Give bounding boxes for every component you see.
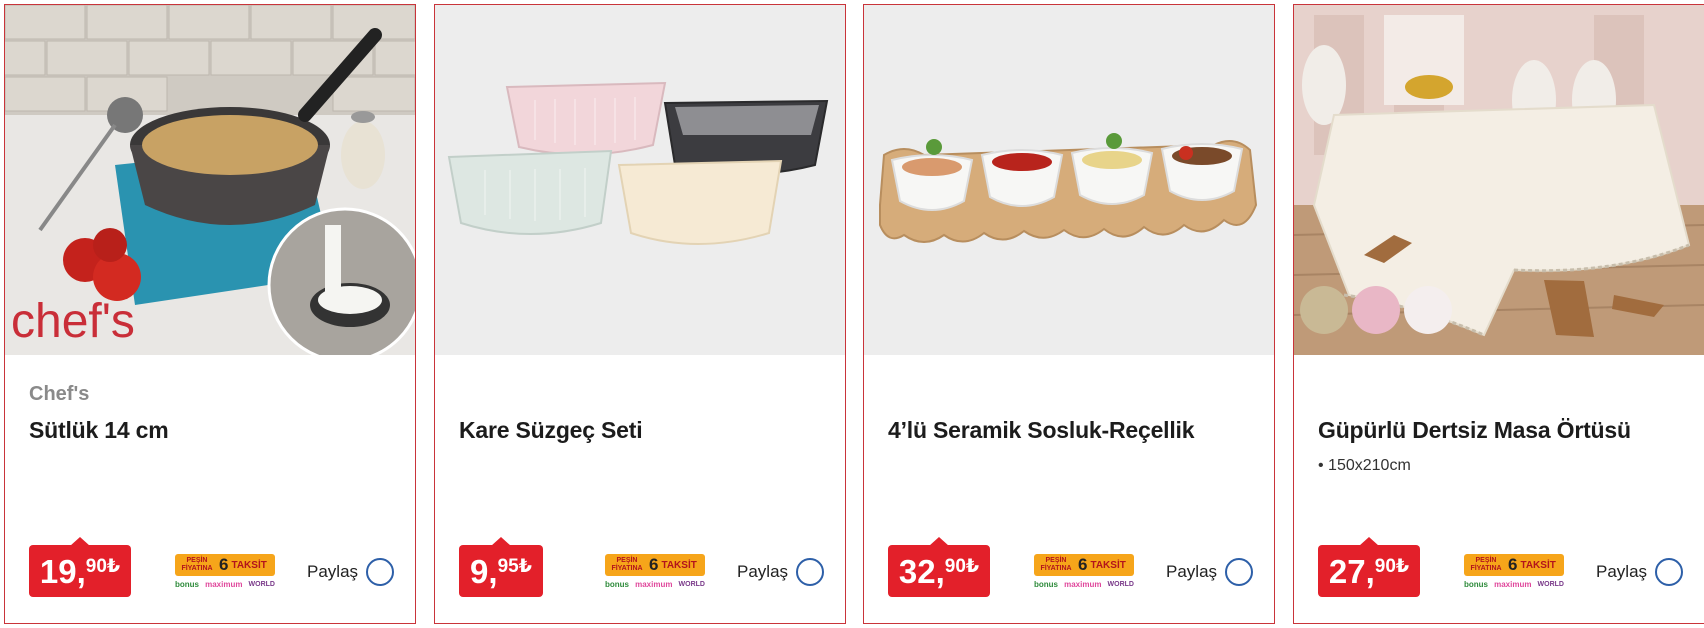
price-decimal: 95 [497,556,519,577]
lira-currency-icon: ₺ [965,556,980,577]
product-card[interactable]: Güpürlü Dertsiz Masa Örtüsü • 150x210cm … [1293,4,1704,624]
product-title[interactable]: 4’lü Seramik Sosluk-Reçellik [888,417,1195,444]
product-brand: Chef's [29,383,90,405]
share-button[interactable]: Paylaş [737,558,825,586]
lira-currency-icon: ₺ [1395,556,1410,577]
product-card[interactable]: 4’lü Seramik Sosluk-Reçellik 32, 90 ₺ PE… [863,4,1275,624]
price-tag: 19, 90 ₺ [29,537,131,597]
bonus-card-logo: bonus [175,579,199,589]
share-button[interactable]: Paylaş [307,558,395,586]
badge-small-text: PEŞİN FİYATINA [1040,557,1072,572]
badge-small-text: PEŞİN FİYATINA [181,557,213,572]
product-spec: • 150x210cm [1318,457,1411,474]
world-card-logo: WORLD [678,580,705,588]
installment-badge: PEŞİN FİYATINA 6 TAKSİT bonus maximum WO… [1034,554,1134,592]
world-card-logo: WORLD [1107,580,1134,588]
badge-count: 6 [649,555,659,574]
badge-word: TAKSİT [231,559,267,571]
badge-word: TAKSİT [1520,559,1556,571]
product-card[interactable]: chef's Chef's Sütlük 14 cm 19, 90 ₺ PEŞİ… [4,4,416,624]
badge-count: 6 [1508,555,1518,574]
price-integer: 9, [470,552,498,590]
maximum-card-logo: maximum [1064,579,1102,589]
product-title[interactable]: Sütlük 14 cm [29,417,169,444]
badge-count: 6 [219,555,229,574]
product-image[interactable] [435,5,845,355]
lira-currency-icon: ₺ [518,556,532,577]
share-label: Paylaş [1166,562,1218,581]
price-integer: 19, [39,552,86,590]
badge-word: TAKSİT [1090,559,1126,571]
share-label: Paylaş [307,562,359,581]
product-image[interactable] [864,5,1274,355]
installment-badge: PEŞİN FİYATINA 6 TAKSİT bonus maximum WO… [1464,554,1564,592]
share-button[interactable]: Paylaş [1596,558,1684,586]
maximum-card-logo: maximum [205,579,243,589]
price-tag: 27, 90 ₺ [1318,537,1420,597]
price-decimal: 90 [944,556,966,577]
price-tag: 32, 90 ₺ [888,537,990,597]
world-card-logo: WORLD [248,580,275,588]
share-button[interactable]: Paylaş [1166,558,1254,586]
share-circle-icon[interactable] [796,558,825,586]
share-label: Paylaş [737,562,789,581]
price-tag: 9, 95 ₺ [459,537,543,597]
bonus-card-logo: bonus [1464,579,1488,589]
installment-badge: PEŞİN FİYATINA 6 TAKSİT bonus maximum WO… [605,554,705,592]
price-decimal: 90 [85,556,107,577]
bonus-card-logo: bonus [1034,579,1058,589]
share-circle-icon[interactable] [1225,558,1254,586]
lira-currency-icon: ₺ [106,556,121,577]
product-title[interactable]: Güpürlü Dertsiz Masa Örtüsü [1318,417,1631,444]
share-circle-icon[interactable] [366,558,395,586]
badge-count: 6 [1078,555,1088,574]
share-circle-icon[interactable] [1655,558,1684,586]
product-grid: chef's Chef's Sütlük 14 cm 19, 90 ₺ PEŞİ… [0,0,1704,628]
share-label: Paylaş [1596,562,1648,581]
badge-small-text: PEŞİN FİYATINA [611,557,643,572]
maximum-card-logo: maximum [1494,579,1532,589]
bonus-card-logo: bonus [605,579,629,589]
product-image[interactable] [1294,5,1704,355]
product-image[interactable]: chef's [5,5,415,355]
world-card-logo: WORLD [1537,580,1564,588]
product-card[interactable]: Kare Süzgeç Seti 9, 95 ₺ PEŞİN FİYATINA … [434,4,846,624]
badge-small-text: PEŞİN FİYATINA [1470,557,1502,572]
price-integer: 32, [898,552,945,590]
installment-badge: PEŞİN FİYATINA 6 TAKSİT bonus maximum WO… [175,554,275,592]
price-decimal: 90 [1374,556,1396,577]
maximum-card-logo: maximum [635,579,673,589]
product-title[interactable]: Kare Süzgeç Seti [459,417,643,444]
price-integer: 27, [1328,552,1375,590]
image-brand-text: chef's [11,295,135,348]
badge-word: TAKSİT [661,559,697,571]
